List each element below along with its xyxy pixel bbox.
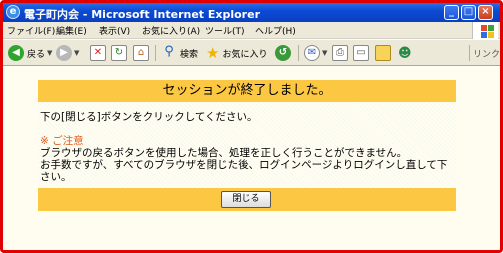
close-button[interactable]: 閉じる (221, 191, 271, 208)
forward-arrow-icon: ▶ (56, 45, 72, 61)
internet-explorer-icon: e (6, 5, 20, 19)
star-icon: ★ (206, 44, 220, 62)
search-button[interactable]: ⚲ 検索 (161, 43, 198, 63)
print-button[interactable]: ⎙ (332, 43, 348, 63)
mail-button[interactable]: ✉ ▼ (304, 43, 327, 63)
message-body: 下の[閉じる]ボタンをクリックしてください。 ※ ご注意 ブラウザの戻るボタンを… (38, 102, 456, 188)
favorites-button[interactable]: ★ お気に入り (206, 43, 267, 63)
browser-window: e 電子町内会 - Microsoft Internet Explorer _ … (0, 0, 503, 253)
menu-file[interactable]: ファイル(F) (7, 24, 55, 37)
stop-button[interactable]: ✕ (90, 43, 106, 63)
caution-title: ※ ご注意 (40, 135, 84, 147)
messenger-icon: ☻ (398, 45, 412, 61)
title-bar[interactable]: e 電子町内会 - Microsoft Internet Explorer _ … (3, 3, 500, 22)
back-arrow-icon: ◀ (8, 45, 24, 61)
folder-button[interactable] (375, 43, 391, 63)
menu-tools[interactable]: ツール(T) (205, 24, 245, 37)
edit-page-icon: ▭ (353, 45, 369, 61)
toolbar-divider (469, 45, 470, 61)
links-button[interactable]: リンク » (473, 43, 501, 63)
history-icon: ↺ (275, 45, 291, 61)
windows-logo-icon (472, 22, 498, 39)
chevron-down-icon: ▼ (47, 49, 53, 57)
forward-button[interactable]: ▶ ▼ (56, 43, 79, 63)
favorites-label: お気に入り (222, 49, 268, 60)
toolbar-divider (298, 45, 299, 61)
caution-text-2: お手数ですが、すべてのブラウザを閉じた後、ログインページよりログインし直して下さ… (40, 159, 448, 183)
refresh-button[interactable]: ↻ (111, 43, 127, 63)
standard-toolbar: ◀ 戻る ▼ ▶ ▼ ✕ ↻ ⌂ ⚲ 検索 ★ お気に入り ↺ ✉ ▼ ⎙ ▭ … (3, 40, 500, 66)
toolbar-divider (155, 45, 156, 61)
window-title: 電子町内会 - Microsoft Internet Explorer (24, 8, 260, 21)
instruction-text: 下の[閉じる]ボタンをクリックしてください。 (40, 111, 258, 123)
caution-text-1: ブラウザの戻るボタンを使用した場合、処理を正しく行うことができません。 (40, 147, 408, 159)
menu-favorites[interactable]: お気に入り(A) (142, 24, 200, 37)
menu-edit[interactable]: 編集(E) (56, 24, 87, 37)
refresh-icon: ↻ (111, 45, 127, 61)
stop-icon: ✕ (90, 45, 106, 61)
back-button[interactable]: ◀ 戻る ▼ (8, 43, 52, 63)
panel-footer: 閉じる (38, 188, 456, 211)
search-label: 検索 (180, 49, 199, 60)
folder-icon (375, 45, 391, 61)
menu-help[interactable]: ヘルプ(H) (255, 24, 296, 37)
page-content: セッションが終了しました。 下の[閉じる]ボタンをクリックしてください。 ※ ご… (3, 67, 500, 250)
maximize-button[interactable]: □ (461, 5, 476, 20)
back-label: 戻る (27, 49, 46, 60)
close-window-button[interactable]: × (478, 5, 493, 20)
home-button[interactable]: ⌂ (133, 43, 149, 63)
chevron-down-icon: ▼ (74, 49, 80, 57)
menu-view[interactable]: 表示(V) (99, 24, 130, 37)
session-ended-heading: セッションが終了しました。 (38, 80, 456, 102)
session-ended-panel: セッションが終了しました。 下の[閉じる]ボタンをクリックしてください。 ※ ご… (38, 80, 456, 211)
minimize-button[interactable]: _ (444, 5, 459, 20)
edit-button[interactable]: ▭ (353, 43, 369, 63)
links-label: リンク (473, 49, 501, 60)
mail-icon: ✉ (304, 45, 320, 61)
print-icon: ⎙ (332, 45, 348, 61)
search-icon: ⚲ (164, 44, 174, 59)
home-icon: ⌂ (133, 45, 149, 61)
menu-bar: ファイル(F) 編集(E) 表示(V) お気に入り(A) ツール(T) ヘルプ(… (3, 22, 500, 39)
chevron-down-icon: ▼ (322, 49, 328, 57)
messenger-button[interactable]: ☻ (398, 43, 412, 63)
history-button[interactable]: ↺ (275, 43, 291, 63)
